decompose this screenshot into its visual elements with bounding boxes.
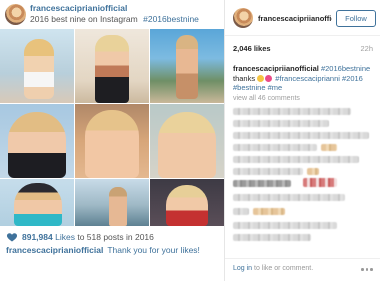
caption-hashtag[interactable]: #2016bestnine <box>321 64 370 73</box>
likes-row: 2,046 likes 22h <box>233 44 373 54</box>
blurred-comment <box>233 168 303 175</box>
caption-hashtags-2[interactable]: #bestnine #me <box>233 83 282 92</box>
caption-hashtags[interactable]: #francescaciprianni #2016 <box>275 74 363 83</box>
sidebar-header: francescacipriianofficial Follow <box>225 0 380 36</box>
grid-photo[interactable] <box>150 104 224 178</box>
posts-phrase: to 518 posts in 2016 <box>77 232 154 242</box>
grid-photo[interactable] <box>75 104 149 178</box>
grid-photo[interactable] <box>150 29 224 103</box>
more-options-icon[interactable] <box>361 268 373 272</box>
post-age: 22h <box>360 44 373 53</box>
blurred-comment <box>233 120 329 127</box>
post-caption: francescacipriianofficial #2016bestnine … <box>233 64 373 93</box>
smile-emoji-icon <box>257 74 265 82</box>
collage-panel: francescaciprianiofficial 2016 best nine… <box>0 0 224 281</box>
view-all-comments-link[interactable]: view all 46 comments <box>233 95 300 102</box>
collage-footer: 891,984 Likes to 518 posts in 2016 franc… <box>0 226 224 281</box>
login-link[interactable]: Log in <box>233 265 252 272</box>
post-sidebar: francescacipriianofficial Follow 2,046 l… <box>225 0 380 281</box>
photo-grid <box>0 29 224 226</box>
sidebar-username[interactable]: francescacipriianofficial <box>258 14 332 23</box>
blurred-comment <box>233 234 311 241</box>
blurred-comment <box>307 168 319 175</box>
collage-caption: 2016 best nine on Instagram #2016bestnin… <box>30 14 199 24</box>
blurred-comment <box>233 132 369 139</box>
footer-caption: francescaciprianiofficial Thank you for y… <box>6 245 200 255</box>
comments-list <box>233 108 373 253</box>
blurred-comment <box>233 222 337 229</box>
collage-caption-text: 2016 best nine on Instagram <box>30 14 138 24</box>
grid-photo[interactable] <box>0 29 74 103</box>
caption-thanks: thanks <box>233 73 256 83</box>
likes-count[interactable]: 2,046 likes <box>233 44 271 53</box>
grid-photo[interactable] <box>75 29 149 103</box>
grid-photo[interactable] <box>75 179 149 226</box>
login-prompt-text: to like or comment. <box>254 265 314 272</box>
avatar[interactable] <box>233 8 253 28</box>
heart-icon <box>6 233 18 242</box>
blurred-comment <box>253 208 285 215</box>
sidebar-footer: Log in to like or comment. <box>225 258 380 281</box>
blurred-comment <box>321 144 337 151</box>
blurred-comment <box>303 178 337 187</box>
likes-word: Likes <box>55 232 75 242</box>
avatar[interactable] <box>5 4 26 25</box>
grid-photo[interactable] <box>0 104 74 178</box>
follow-button[interactable]: Follow <box>336 10 376 27</box>
blurred-comment <box>233 144 317 151</box>
collage-header: francescaciprianiofficial 2016 best nine… <box>0 0 224 28</box>
blurred-comment <box>233 156 359 163</box>
login-prompt: Log in to like or comment. <box>233 265 313 272</box>
grid-photo[interactable] <box>150 179 224 226</box>
likes-count: 891,984 <box>22 232 53 242</box>
blurred-comment <box>233 180 291 187</box>
thanks-text: Thank you for your likes! <box>107 245 200 255</box>
collage-username[interactable]: francescaciprianiofficial <box>30 3 127 13</box>
blurred-comment <box>233 208 249 215</box>
blurred-comment <box>233 108 351 115</box>
footer-username[interactable]: francescaciprianiofficial <box>6 245 103 255</box>
collage-hashtag[interactable]: #2016bestnine <box>143 14 199 24</box>
likes-summary: 891,984 Likes to 518 posts in 2016 <box>22 232 154 242</box>
blurred-comment <box>233 194 345 201</box>
heart-emoji-icon <box>265 74 273 82</box>
grid-photo[interactable] <box>0 179 74 226</box>
caption-username[interactable]: francescacipriianofficial <box>233 64 319 73</box>
